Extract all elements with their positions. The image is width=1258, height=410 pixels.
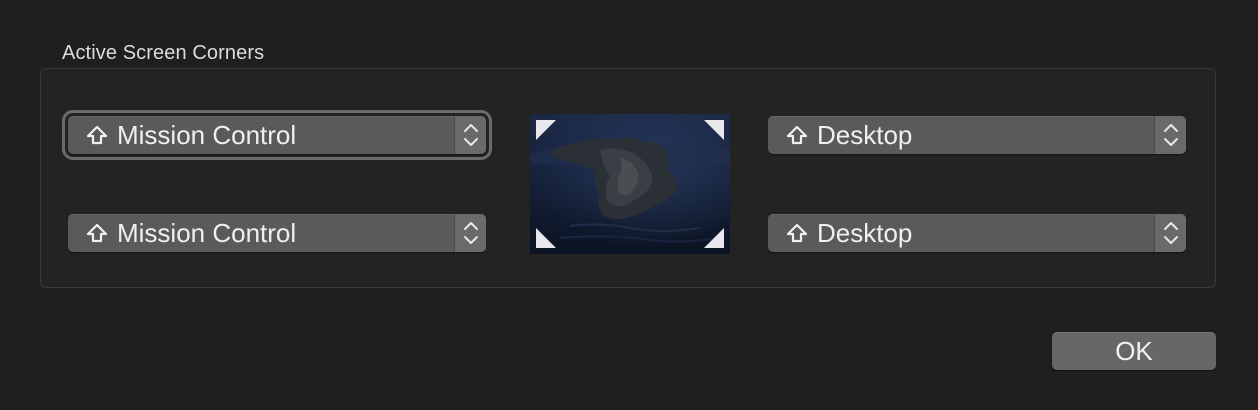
shift-icon <box>86 125 108 145</box>
top-left-popup-stepper[interactable] <box>454 116 486 154</box>
top-right-corner-label: Desktop <box>817 120 913 150</box>
top-left-corner-marker-icon <box>536 120 556 140</box>
bottom-left-corner-popup[interactable]: Mission Control <box>68 214 486 252</box>
top-left-corner-popup[interactable]: Mission Control <box>62 110 492 160</box>
ok-button[interactable]: OK <box>1052 332 1216 370</box>
top-left-corner-label: Mission Control <box>117 120 297 150</box>
wallpaper-island-image <box>530 114 730 254</box>
top-right-corner-marker-icon <box>704 120 724 140</box>
chevron-up-down-icon <box>464 222 478 244</box>
bottom-right-popup-stepper[interactable] <box>1154 214 1186 252</box>
chevron-up-down-icon <box>1164 222 1178 244</box>
bottom-right-corner-popup[interactable]: Desktop <box>768 214 1186 252</box>
group-title: Active Screen Corners <box>62 42 265 64</box>
hot-corners-dialog: Active Screen Corners Mission Control Mi… <box>0 0 1258 410</box>
shift-icon <box>86 223 108 243</box>
bottom-left-popup-stepper[interactable] <box>454 214 486 252</box>
bottom-right-corner-label: Desktop <box>817 218 913 248</box>
bottom-left-corner-marker-icon <box>536 228 556 248</box>
bottom-left-corner-label: Mission Control <box>117 218 297 248</box>
desktop-preview-image <box>530 114 730 254</box>
shift-icon <box>786 125 808 145</box>
chevron-up-down-icon <box>464 124 478 146</box>
bottom-right-corner-marker-icon <box>704 228 724 248</box>
chevron-up-down-icon <box>1164 124 1178 146</box>
shift-icon <box>786 223 808 243</box>
top-right-popup-stepper[interactable] <box>1154 116 1186 154</box>
top-right-corner-popup[interactable]: Desktop <box>768 116 1186 154</box>
